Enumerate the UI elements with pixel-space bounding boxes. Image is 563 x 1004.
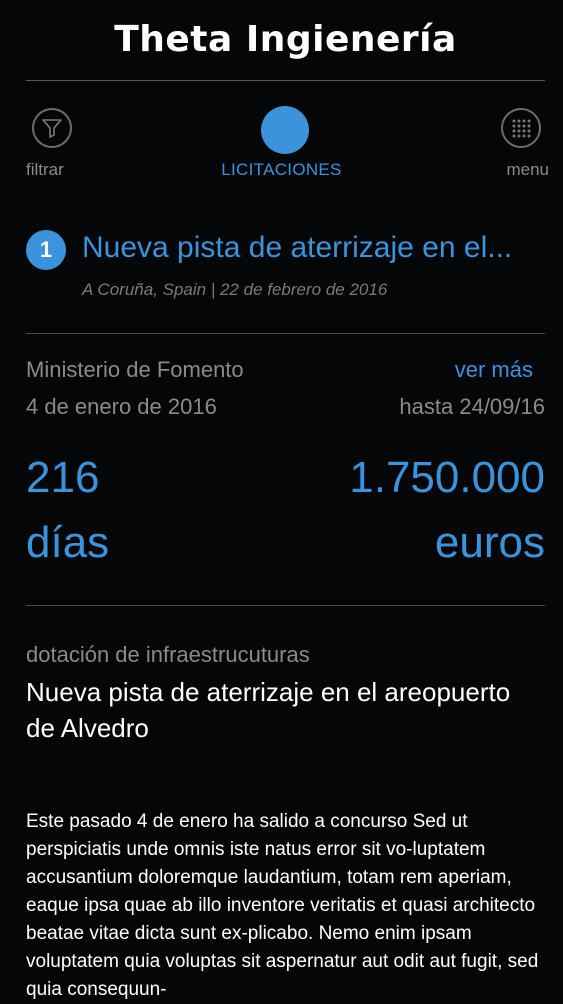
organization-row: Ministerio de Fomento ver más — [26, 357, 545, 383]
organization-name: Ministerio de Fomento — [26, 357, 244, 382]
app-title: Theta Ingienería — [114, 19, 457, 60]
start-date: 4 de enero de 2016 — [26, 394, 217, 419]
filter-button[interactable] — [24, 108, 80, 148]
divider — [26, 605, 545, 606]
days-value: 216 — [26, 453, 100, 502]
item-title[interactable]: Nueva pista de aterrizaje en el... — [82, 226, 547, 270]
funnel-icon — [32, 108, 72, 148]
category-label: dotación de infraestrucuturas — [26, 642, 310, 667]
grid-dots-icon — [501, 108, 541, 148]
detail-body: Este pasado 4 de enero ha salido a concu… — [26, 811, 539, 1000]
amount-unit: euros — [434, 518, 545, 567]
menu-button[interactable] — [493, 108, 549, 148]
divider — [26, 333, 545, 334]
item-location-date: A Coruña, Spain | 22 de febrero de 2016 — [82, 280, 388, 299]
menu-label[interactable]: menu — [506, 160, 549, 180]
licitaciones-tab-indicator[interactable] — [261, 106, 309, 154]
deadline-date: hasta 24/09/16 — [399, 394, 545, 419]
app-header: Theta Ingienería — [26, 0, 545, 81]
days-unit: días — [26, 518, 110, 567]
item-number-badge: 1 — [26, 230, 66, 270]
tab-licitaciones[interactable]: LICITACIONES — [0, 160, 563, 180]
amount-value: 1.750.000 — [349, 453, 545, 502]
dates-row: 4 de enero de 2016 hasta 24/09/16 — [26, 394, 545, 420]
detail-headline: Nueva pista de aterrizaje en el areopuer… — [26, 677, 511, 743]
see-more-link[interactable]: ver más — [455, 357, 533, 383]
